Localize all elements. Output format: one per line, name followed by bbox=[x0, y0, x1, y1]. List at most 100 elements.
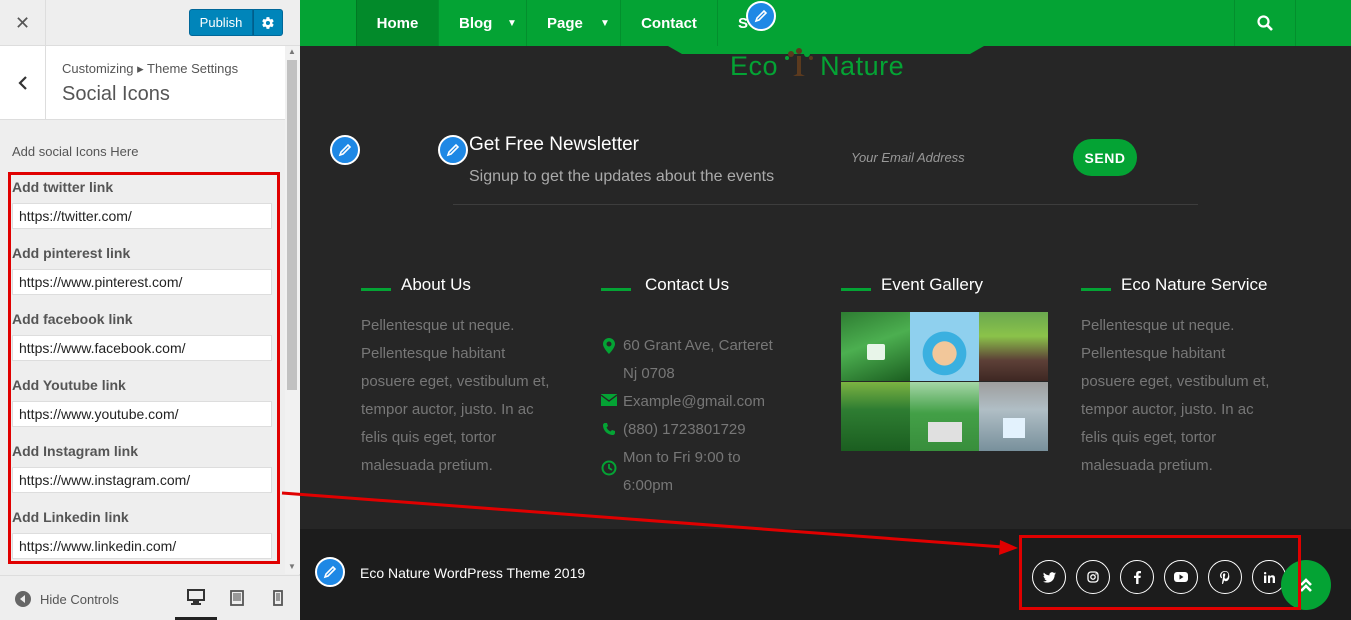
pencil-icon bbox=[754, 9, 768, 23]
customizer-header-bar: ✕ Publish bbox=[0, 0, 300, 46]
gallery-title-accent bbox=[841, 288, 871, 291]
phone-text: (880) 1723801729 bbox=[623, 421, 746, 438]
contact-phone[interactable]: (880) 1723801729 bbox=[597, 416, 746, 444]
service-text: Pellentesque ut neque. Pellentesque habi… bbox=[1081, 312, 1296, 480]
service-line: malesuada pretium. bbox=[1081, 457, 1213, 474]
about-line: posuere eget, vestibulum et, bbox=[361, 373, 550, 390]
nav-item-contact[interactable]: Contact bbox=[620, 0, 717, 46]
gallery-title: Event Gallery bbox=[881, 275, 984, 294]
nav-item-home[interactable]: Home bbox=[356, 0, 438, 46]
hours-line: Mon to Fri 9:00 to bbox=[623, 449, 741, 466]
contact-address: 60 Grant Ave, Carteret Nj 0708 bbox=[597, 332, 773, 388]
envelope-icon bbox=[601, 394, 617, 406]
hours-line: 6:00pm bbox=[623, 477, 674, 494]
service-line: Pellentesque habitant bbox=[1081, 345, 1226, 362]
section-title: Social Icons bbox=[62, 83, 170, 105]
event-gallery bbox=[841, 312, 1048, 451]
breadcrumb: Customizing ▸ Theme Settings bbox=[62, 61, 239, 76]
newsletter-email-input[interactable]: Your Email Address bbox=[851, 150, 965, 165]
service-title-accent bbox=[1081, 288, 1111, 291]
gear-icon bbox=[262, 16, 274, 29]
hide-controls-label: Hide Controls bbox=[40, 591, 119, 607]
gallery-image-2[interactable] bbox=[910, 312, 979, 381]
email-text: Example@gmail.com bbox=[623, 393, 765, 410]
screen: ✕ Publish Customizing ▸ Theme Settings S… bbox=[0, 0, 1351, 620]
annotation-box-social-fields bbox=[8, 172, 280, 564]
gallery-image-3[interactable] bbox=[979, 312, 1048, 381]
gallery-image-4[interactable] bbox=[841, 382, 910, 451]
publish-settings-button[interactable] bbox=[253, 9, 283, 36]
publish-button[interactable]: Publish bbox=[189, 9, 253, 36]
about-line: Pellentesque ut neque. bbox=[361, 317, 515, 334]
site-logo[interactable]: Eco Nature bbox=[730, 48, 904, 82]
gallery-image-6[interactable] bbox=[979, 382, 1048, 451]
newsletter-divider bbox=[453, 204, 1198, 205]
section-description: Add social Icons Here bbox=[12, 144, 139, 159]
nav-page-label: Page bbox=[547, 14, 583, 32]
desktop-icon bbox=[187, 588, 205, 605]
nav-contact-label: Contact bbox=[641, 14, 697, 32]
phone-icon bbox=[603, 423, 615, 435]
gallery-image-5[interactable] bbox=[910, 382, 979, 451]
site-preview: Home Blog ▼ Page ▼ Contact S Eco Nature … bbox=[300, 0, 1351, 620]
customizer-footer: Hide Controls bbox=[0, 575, 300, 620]
tablet-preview-button[interactable] bbox=[216, 576, 258, 620]
page-dropdown-caret-icon[interactable]: ▼ bbox=[593, 0, 617, 46]
copyright-text: Eco Nature WordPress Theme 2019 bbox=[360, 565, 586, 581]
nav-home-label: Home bbox=[376, 14, 419, 32]
chevron-left-icon bbox=[17, 76, 27, 90]
tree-logo-icon bbox=[785, 48, 814, 76]
contact-email[interactable]: Example@gmail.com bbox=[597, 388, 765, 416]
newsletter-title: Get Free Newsletter bbox=[469, 134, 639, 155]
service-line: posuere eget, vestibulum et, bbox=[1081, 373, 1270, 390]
nav-blog-label: Blog bbox=[459, 14, 493, 32]
service-title: Eco Nature Service bbox=[1121, 275, 1268, 294]
contact-title-accent bbox=[601, 288, 631, 291]
about-text: Pellentesque ut neque. Pellentesque habi… bbox=[361, 312, 576, 480]
edit-shortcut-nav[interactable] bbox=[746, 1, 776, 31]
gallery-image-1[interactable] bbox=[841, 312, 910, 381]
newsletter-subtitle: Signup to get the updates about the even… bbox=[469, 168, 775, 185]
about-line: felis quis eget, tortor bbox=[361, 429, 497, 446]
map-marker-icon bbox=[603, 338, 615, 354]
close-customizer-button[interactable]: ✕ bbox=[0, 0, 46, 46]
about-line: Pellentesque habitant bbox=[361, 345, 506, 362]
service-line: tempor auctor, justo. In ac bbox=[1081, 401, 1254, 418]
main-navigation: Home Blog ▼ Page ▼ Contact S bbox=[300, 0, 1351, 46]
mobile-preview-button[interactable] bbox=[257, 576, 299, 620]
close-icon: ✕ bbox=[14, 12, 31, 33]
edit-shortcut-footer[interactable] bbox=[315, 557, 345, 587]
clock-icon bbox=[601, 460, 617, 476]
section-header: Customizing ▸ Theme Settings Social Icon… bbox=[0, 46, 285, 120]
service-line: felis quis eget, tortor bbox=[1081, 429, 1217, 446]
newsletter-send-button[interactable]: SEND bbox=[1073, 139, 1137, 176]
double-chevron-up-icon bbox=[1300, 578, 1312, 592]
blog-dropdown-caret-icon[interactable]: ▼ bbox=[500, 0, 524, 46]
pencil-icon bbox=[338, 143, 352, 157]
pencil-icon bbox=[446, 143, 460, 157]
service-line: Pellentesque ut neque. bbox=[1081, 317, 1235, 334]
contact-hours: Mon to Fri 9:00 to 6:00pm bbox=[597, 444, 741, 500]
edit-shortcut-newsletter-title[interactable] bbox=[438, 135, 468, 165]
address-line: Nj 0708 bbox=[623, 365, 675, 382]
about-line: malesuada pretium. bbox=[361, 457, 493, 474]
hide-controls-button[interactable]: Hide Controls bbox=[14, 590, 119, 608]
about-title: About Us bbox=[401, 275, 471, 294]
mobile-icon bbox=[273, 590, 283, 606]
logo-word-eco: Eco bbox=[730, 51, 779, 81]
nav-search-button[interactable] bbox=[1234, 0, 1296, 46]
annotation-box-social-icons bbox=[1019, 535, 1301, 610]
tablet-icon bbox=[230, 590, 244, 606]
desktop-preview-button[interactable] bbox=[175, 576, 217, 620]
address-line: 60 Grant Ave, Carteret bbox=[623, 337, 773, 354]
back-button[interactable] bbox=[0, 46, 46, 120]
logo-word-nature: Nature bbox=[820, 51, 905, 81]
contact-title: Contact Us bbox=[645, 275, 730, 294]
scroll-down-arrow[interactable]: ▼ bbox=[287, 562, 297, 572]
search-icon bbox=[1257, 15, 1273, 31]
collapse-arrow-icon bbox=[15, 591, 31, 607]
scrollbar-thumb[interactable] bbox=[287, 60, 297, 390]
edit-shortcut-newsletter-widget[interactable] bbox=[330, 135, 360, 165]
about-line: tempor auctor, justo. In ac bbox=[361, 401, 534, 418]
scroll-up-arrow[interactable]: ▲ bbox=[287, 47, 297, 57]
